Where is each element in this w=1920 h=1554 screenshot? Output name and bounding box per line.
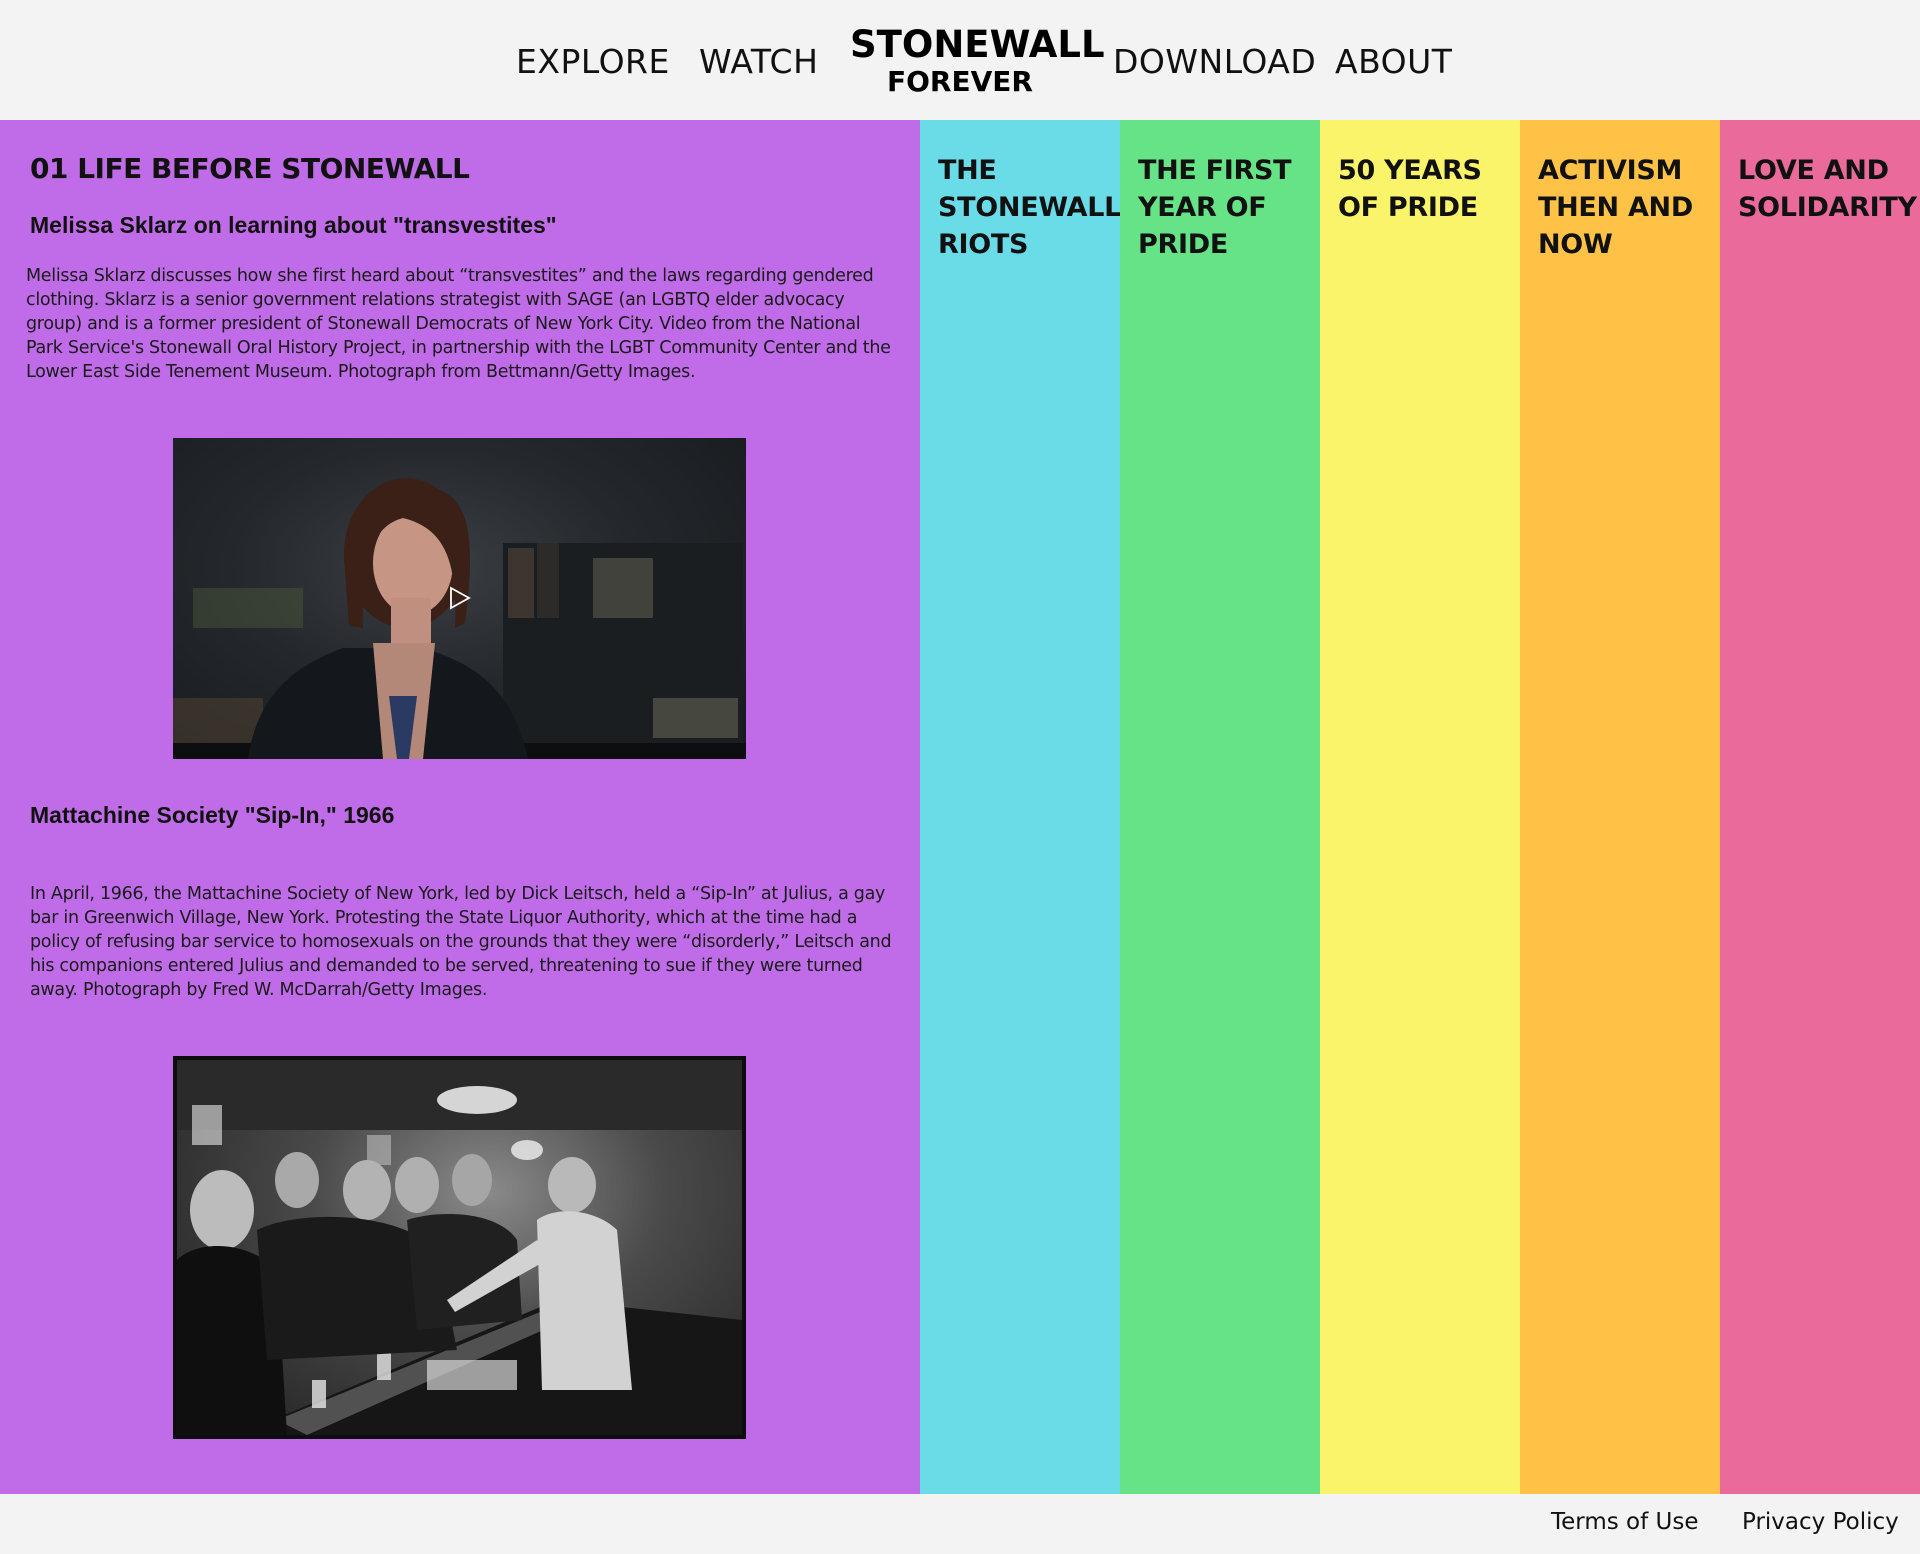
nav-explore[interactable]: EXPLORE xyxy=(516,42,670,82)
site-header: EXPLORE WATCH STONEWALL FOREVER DOWNLOAD… xyxy=(0,0,1920,120)
nav-watch[interactable]: WATCH xyxy=(699,42,818,82)
nav-about[interactable]: ABOUT xyxy=(1335,42,1452,82)
section-link-stonewall-riots[interactable]: THE STONEWALL RIOTS xyxy=(920,120,1122,1494)
main-content: 01 LIFE BEFORE STONEWALL Melissa Sklarz … xyxy=(0,120,1920,1494)
play-icon[interactable] xyxy=(448,586,472,610)
nav-download[interactable]: DOWNLOAD xyxy=(1113,42,1316,82)
section-label: LOVE AND SOLIDARITY xyxy=(1738,155,1917,223)
terms-of-use-link[interactable]: Terms of Use xyxy=(1551,1509,1699,1535)
item-title-sklarz: Melissa Sklarz on learning about "transv… xyxy=(30,212,557,238)
page-title: 01 LIFE BEFORE STONEWALL xyxy=(30,152,470,185)
section-panel-life-before-stonewall: 01 LIFE BEFORE STONEWALL Melissa Sklarz … xyxy=(0,120,920,1494)
logo-line1: STONEWALL xyxy=(850,23,1105,66)
section-label: THE FIRST YEAR OF PRIDE xyxy=(1138,155,1292,260)
privacy-policy-link[interactable]: Privacy Policy xyxy=(1742,1509,1899,1535)
video-player[interactable] xyxy=(173,438,746,759)
sip-in-photograph xyxy=(173,1056,746,1439)
item-description-sklarz: Melissa Sklarz discusses how she first h… xyxy=(26,266,891,382)
section-label: 50 YEARS OF PRIDE xyxy=(1338,155,1482,223)
logo-line2: FOREVER xyxy=(887,65,1033,98)
section-link-love-and-solidarity[interactable]: LOVE AND SOLIDARITY xyxy=(1720,120,1920,1494)
section-link-activism-then-and-now[interactable]: ACTIVISM THEN AND NOW xyxy=(1520,120,1720,1494)
site-logo[interactable]: STONEWALL FOREVER xyxy=(850,23,1105,98)
item-title-sip-in: Mattachine Society "Sip-In," 1966 xyxy=(30,802,395,828)
item-description-sip-in: In April, 1966, the Mattachine Society o… xyxy=(30,884,892,1000)
photo-scene xyxy=(177,1060,742,1435)
section-link-first-year-of-pride[interactable]: THE FIRST YEAR OF PRIDE xyxy=(1120,120,1320,1494)
section-link-50-years-of-pride[interactable]: 50 YEARS OF PRIDE xyxy=(1320,120,1520,1494)
site-footer: Terms of Use Privacy Policy xyxy=(0,1494,1920,1554)
section-label: THE STONEWALL RIOTS xyxy=(938,155,1122,260)
section-label: ACTIVISM THEN AND NOW xyxy=(1538,155,1693,260)
